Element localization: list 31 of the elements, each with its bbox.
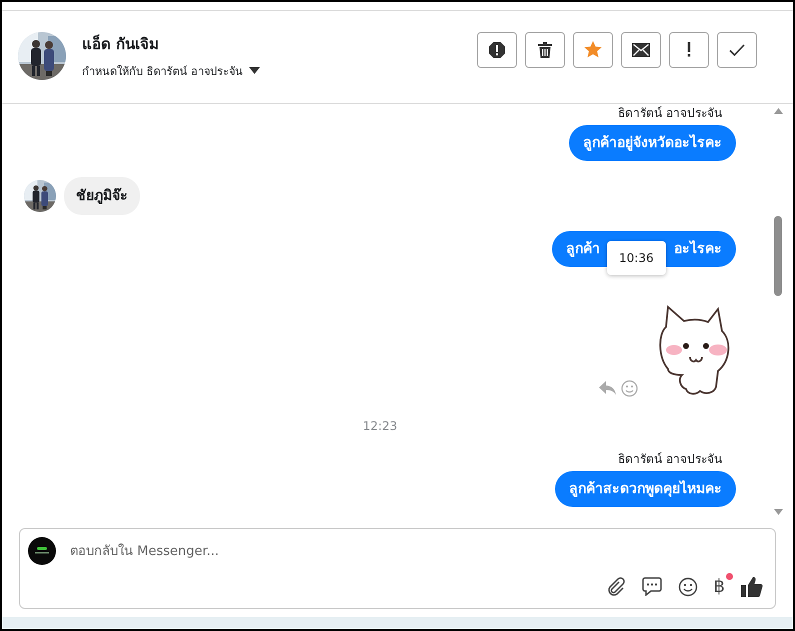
message-bubble: ลูกค้าสะดวกพูดคุยไหมคะ xyxy=(555,470,736,507)
star-icon xyxy=(584,41,602,58)
logo-icon xyxy=(28,537,56,566)
sender-name: ธิดารัตน์ อาจประจัน xyxy=(618,450,722,468)
contact-name: แอ็ด กันเจิม xyxy=(82,34,160,55)
assignee-label: กำหนดให้กับ ธิดารัตน์ อาจประจัน xyxy=(82,64,243,80)
done-button[interactable] xyxy=(717,32,757,68)
mail-button[interactable] xyxy=(621,32,661,68)
sender-name: ธิดารัตน์ อาจประจัน xyxy=(618,104,722,122)
chat-bubble-icon[interactable] xyxy=(642,577,662,596)
reply-input-field[interactable]: ตอบกลับใน Messenger... xyxy=(68,542,767,560)
scroll-up-icon[interactable] xyxy=(774,108,782,114)
scrollbar-thumb[interactable] xyxy=(774,216,782,296)
trash-icon xyxy=(538,42,552,58)
time-divider: 12:23 xyxy=(362,418,398,433)
star-button[interactable] xyxy=(573,32,613,68)
checkmark-icon xyxy=(729,44,745,56)
message-bubble: ลูกค้าอยู่จังหวัดอะไรคะ xyxy=(569,124,736,161)
scroll-down-icon[interactable] xyxy=(774,509,782,516)
alert-icon xyxy=(488,40,506,59)
timestamp-tooltip: 10:36 xyxy=(607,240,666,275)
emoji-icon[interactable] xyxy=(678,576,698,597)
mail-icon xyxy=(632,42,650,57)
thumbs-up-icon[interactable] xyxy=(741,576,763,598)
message-bubble: ชัยภูมิจ๊ะ xyxy=(64,176,140,215)
delete-button[interactable] xyxy=(525,32,565,68)
exclamation-icon xyxy=(687,42,691,58)
alert-button[interactable] xyxy=(477,32,517,68)
baht-button[interactable]: ฿ xyxy=(714,576,725,598)
paperclip-icon[interactable] xyxy=(606,576,626,597)
dropdown-caret-icon[interactable] xyxy=(249,67,260,74)
